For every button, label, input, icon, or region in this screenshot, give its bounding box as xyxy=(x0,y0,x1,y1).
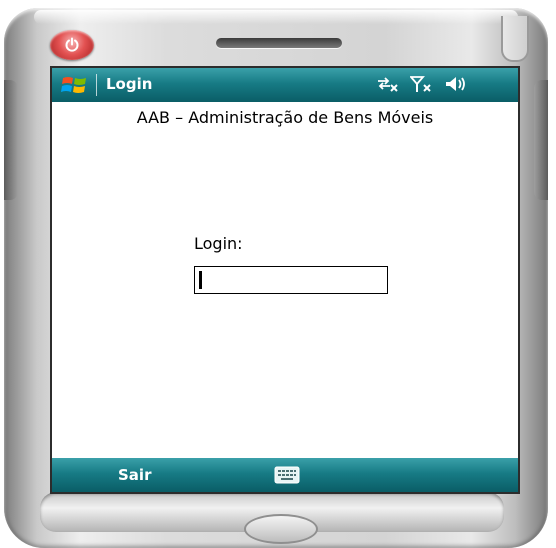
start-menu-icon[interactable] xyxy=(60,74,90,96)
speaker-grille xyxy=(216,38,342,48)
login-input[interactable] xyxy=(194,266,388,294)
device-screen: Login AAB – Administração de Bens Móveis… xyxy=(50,66,520,494)
navigation-pad[interactable] xyxy=(244,514,318,544)
title-separator xyxy=(96,74,97,96)
softkey-bar: Sair xyxy=(52,458,518,492)
keyboard-icon[interactable] xyxy=(274,466,300,484)
text-caret xyxy=(199,271,202,289)
window-title: Login xyxy=(106,75,153,93)
device-shine xyxy=(34,10,518,24)
login-label: Login: xyxy=(194,234,243,253)
stylus-slot xyxy=(501,16,529,62)
connectivity-icon[interactable] xyxy=(376,75,400,93)
power-button[interactable] xyxy=(50,30,94,60)
title-bar: Login xyxy=(52,68,518,102)
side-button-right[interactable] xyxy=(534,80,548,200)
app-heading: AAB – Administração de Bens Móveis xyxy=(136,108,434,127)
volume-icon[interactable] xyxy=(444,75,466,93)
side-button-left[interactable] xyxy=(4,80,18,200)
status-icons xyxy=(376,75,466,93)
signal-off-icon[interactable] xyxy=(410,75,434,93)
power-icon xyxy=(65,37,79,52)
exit-softkey[interactable]: Sair xyxy=(118,466,151,484)
